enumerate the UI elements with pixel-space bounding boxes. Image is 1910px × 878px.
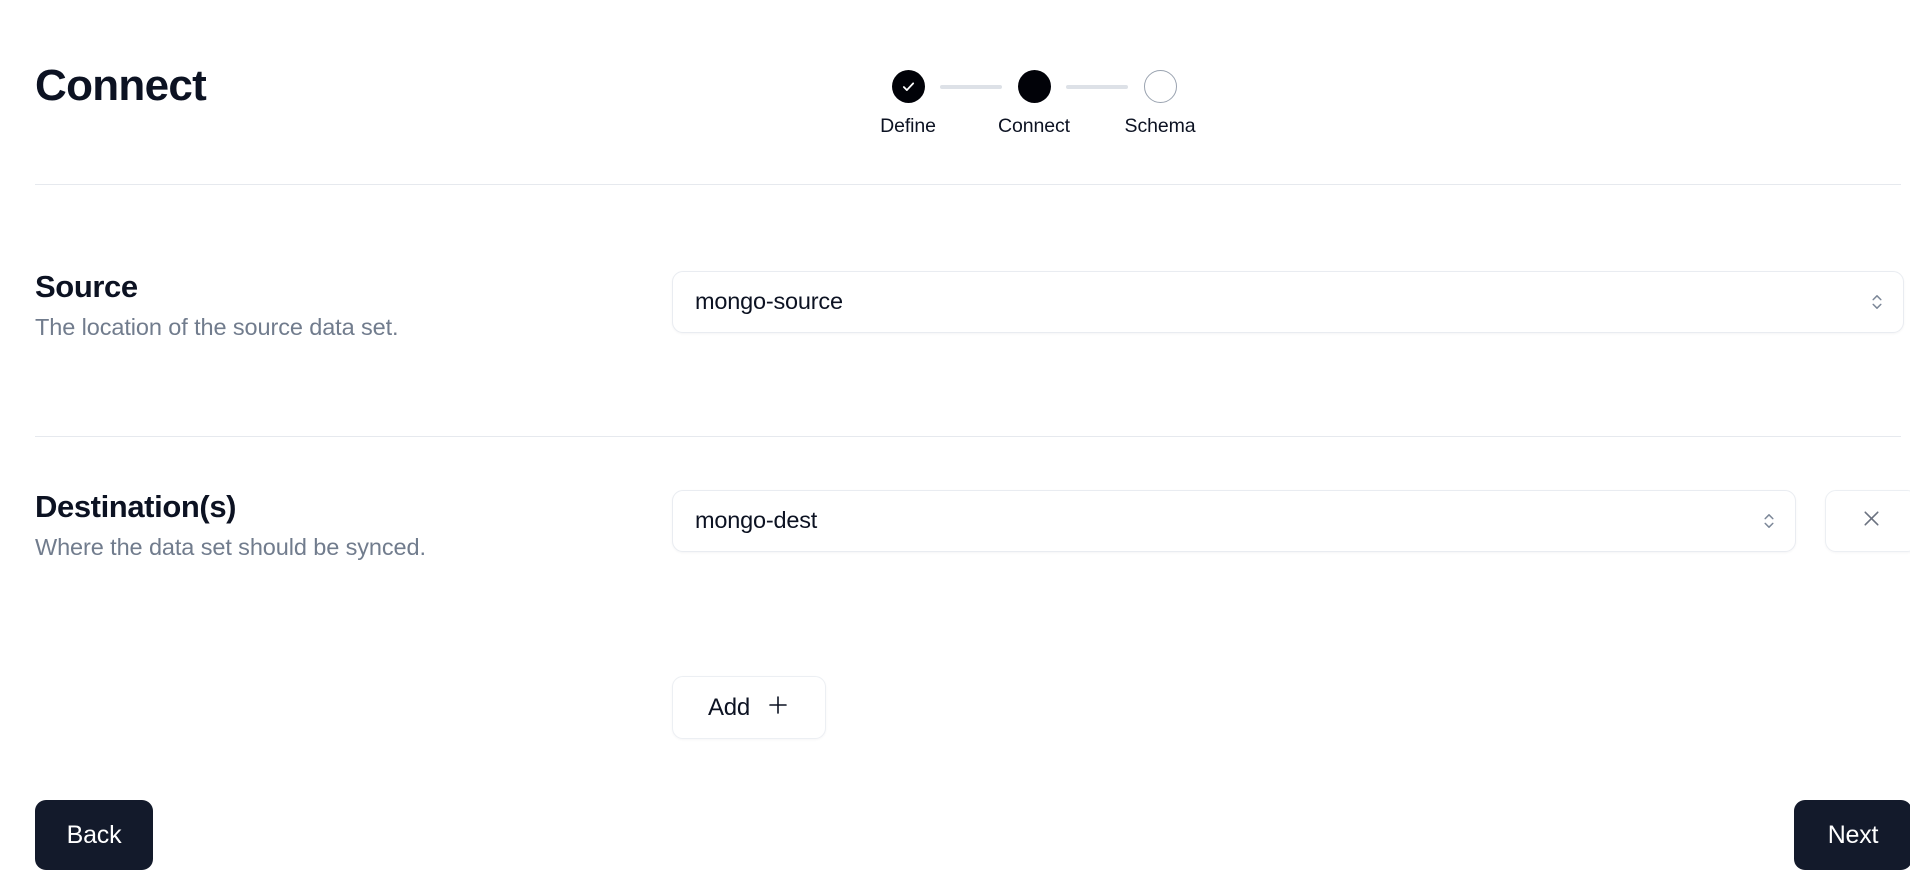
source-select[interactable]: mongo-source — [672, 271, 1904, 333]
step-schema-indicator — [1143, 70, 1177, 103]
step-define-label: Define — [880, 115, 936, 137]
header-divider — [35, 184, 1901, 186]
connect-wizard-page: Connect Define Connect Schema Source The… — [0, 0, 1910, 878]
close-icon — [1860, 507, 1883, 535]
page-title: Connect — [35, 61, 207, 110]
destination-select-value: mongo-dest — [695, 509, 818, 533]
source-title: Source — [35, 269, 138, 304]
step-connect-indicator — [1017, 70, 1051, 103]
stepper-step-define[interactable]: Define — [860, 70, 956, 137]
section-divider — [35, 436, 1901, 438]
step-define-indicator — [891, 70, 925, 103]
destination-title: Destination(s) — [35, 489, 237, 524]
stepper-step-schema[interactable]: Schema — [1112, 70, 1208, 137]
step-connect-label: Connect — [998, 115, 1070, 137]
chevron-up-down-icon — [1759, 507, 1779, 535]
destination-label-group: Destination(s) Where the data set should… — [35, 489, 635, 561]
source-label-group: Source The location of the source data s… — [35, 269, 635, 341]
back-button-label: Back — [66, 820, 122, 849]
wizard-stepper: Define Connect Schema — [860, 70, 1208, 137]
stepper-step-connect[interactable]: Connect — [986, 70, 1082, 137]
check-icon — [900, 78, 917, 95]
next-button[interactable]: Next — [1794, 800, 1910, 870]
add-destination-button[interactable]: Add — [672, 676, 826, 739]
next-button-label: Next — [1827, 820, 1879, 849]
step-schema-label: Schema — [1124, 115, 1196, 137]
destination-select[interactable]: mongo-dest — [672, 490, 1796, 552]
add-button-label: Add — [707, 693, 751, 721]
plus-icon — [766, 693, 790, 722]
back-button[interactable]: Back — [35, 800, 153, 870]
source-select-value: mongo-source — [695, 290, 843, 314]
destination-description: Where the data set should be synced. — [35, 533, 426, 560]
chevron-up-down-icon — [1867, 288, 1887, 316]
page-header: Connect Define Connect Schema — [0, 0, 1910, 186]
remove-destination-button[interactable] — [1825, 490, 1910, 552]
source-description: The location of the source data set. — [35, 313, 399, 340]
